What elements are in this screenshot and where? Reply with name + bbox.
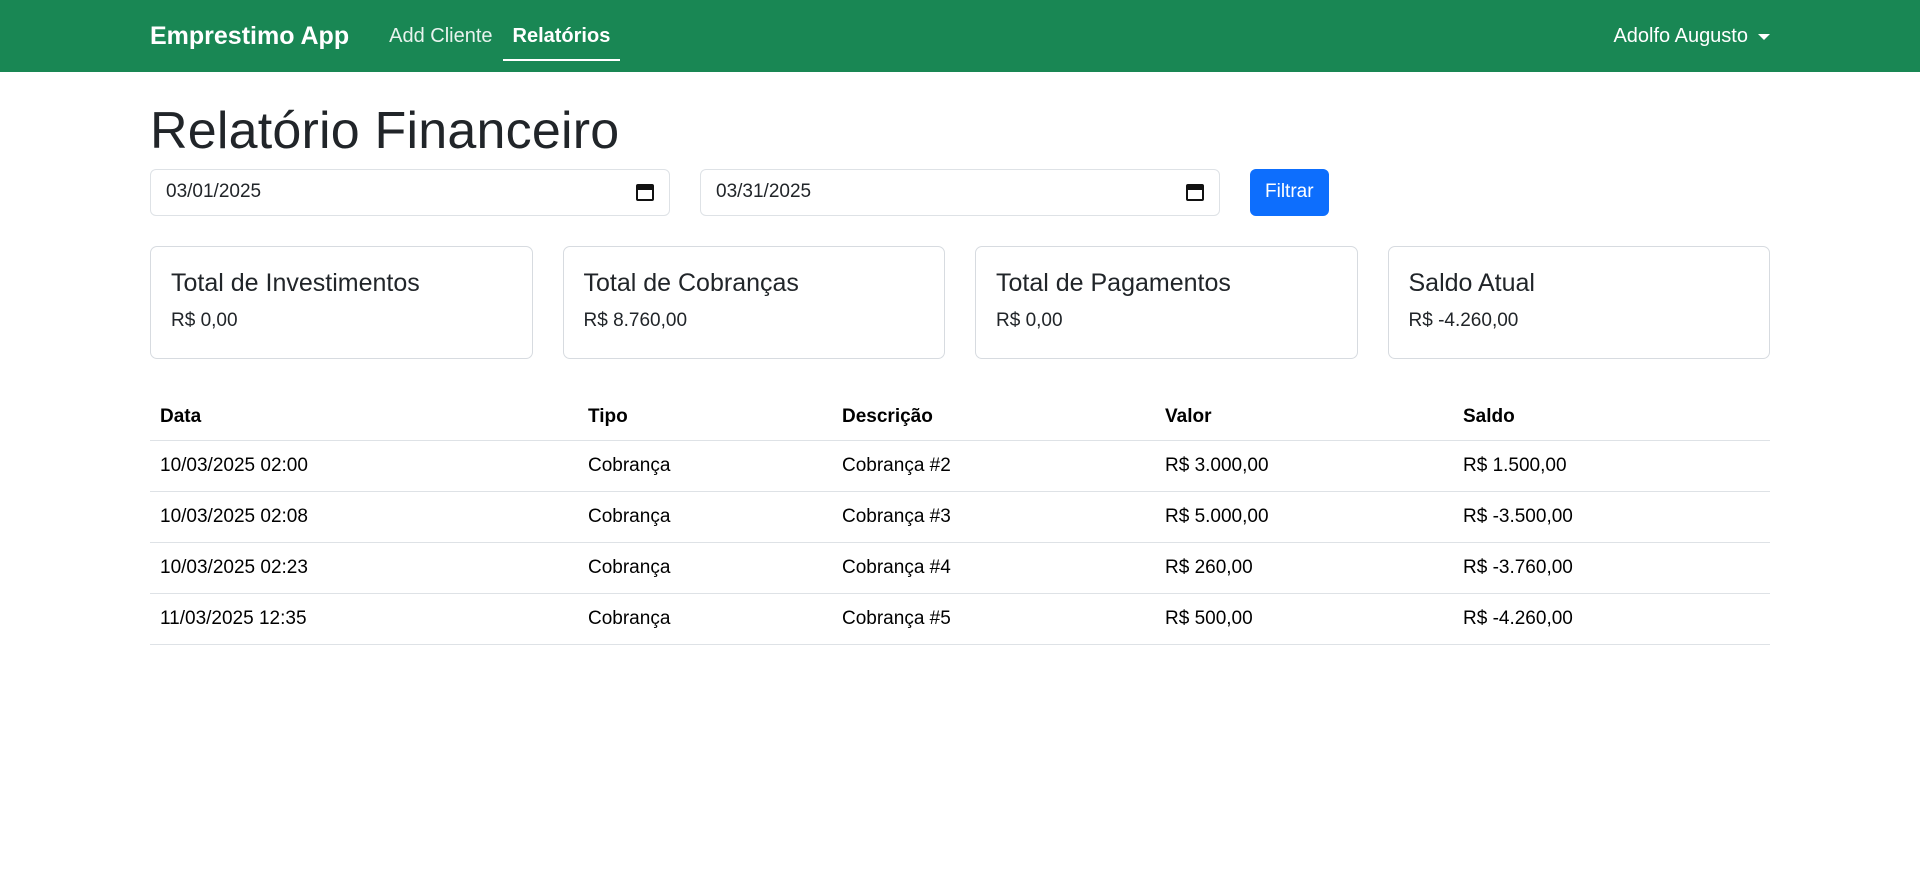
nav-link-relatorios[interactable]: Relatórios [502,0,621,72]
cell-descricao: Cobrança #3 [832,491,1155,543]
user-dropdown[interactable]: Adolfo Augusto [1613,0,1770,72]
card-value: R$ 8.760,00 [583,309,688,331]
table-row: 11/03/2025 12:35 Cobrança Cobrança #5 R$… [150,593,1770,645]
card-total-investimentos: Total de Investimentos R$ 0,00 [150,245,533,359]
cell-data: 11/03/2025 12:35 [150,593,578,645]
page-title: Relatório Financeiro [150,102,620,160]
end-date-input[interactable]: 03/31/2025 [700,168,1220,216]
cell-saldo: R$ -3.500,00 [1453,491,1770,543]
caret-down-icon [1758,34,1770,40]
user-name: Adolfo Augusto [1613,24,1748,47]
card-value: R$ 0,00 [996,309,1063,331]
cell-valor: R$ 5.000,00 [1155,491,1453,543]
table-row: 10/03/2025 02:23 Cobrança Cobrança #4 R$… [150,542,1770,594]
start-date-value: 03/01/2025 [166,181,262,203]
calendar-icon[interactable] [636,183,654,201]
cell-tipo: Cobrança [578,593,832,645]
card-saldo-atual: Saldo Atual R$ -4.260,00 [1387,245,1770,359]
brand-link[interactable]: Emprestimo App [150,22,349,51]
nav-link-add-cliente[interactable]: Add Cliente [379,0,502,72]
table-header-row: Data Tipo Descrição Valor Saldo [150,393,1770,441]
card-total-pagamentos: Total de Pagamentos R$ 0,00 [975,245,1358,359]
card-value: R$ 0,00 [171,309,238,331]
cell-tipo: Cobrança [578,440,832,492]
cell-saldo: R$ 1.500,00 [1453,440,1770,492]
cell-data: 10/03/2025 02:08 [150,491,578,543]
table-row: 10/03/2025 02:08 Cobrança Cobrança #3 R$… [150,491,1770,543]
card-title: Total de Pagamentos [996,268,1231,297]
cell-valor: R$ 3.000,00 [1155,440,1453,492]
cell-descricao: Cobrança #4 [832,542,1155,594]
cell-saldo: R$ -4.260,00 [1453,593,1770,645]
calendar-icon[interactable] [1186,183,1204,201]
transactions-table: Data Tipo Descrição Valor Saldo 10/03/20… [150,393,1770,645]
header-valor: Valor [1155,393,1453,441]
table-row: 10/03/2025 02:00 Cobrança Cobrança #2 R$… [150,440,1770,492]
cell-tipo: Cobrança [578,542,832,594]
start-date-input[interactable]: 03/01/2025 [150,168,670,216]
top-navbar: Emprestimo App Add Cliente Relatórios Ad… [0,0,1920,72]
cell-valor: R$ 500,00 [1155,593,1453,645]
header-saldo: Saldo [1453,393,1770,441]
cell-saldo: R$ -3.760,00 [1453,542,1770,594]
header-data: Data [150,393,578,441]
cell-descricao: Cobrança #5 [832,593,1155,645]
cell-tipo: Cobrança [578,491,832,543]
card-title: Total de Cobranças [583,268,799,297]
header-tipo: Tipo [578,393,832,441]
cell-descricao: Cobrança #2 [832,440,1155,492]
card-title: Saldo Atual [1408,268,1536,297]
filter-button[interactable]: Filtrar [1250,168,1329,216]
date-filter-bar: 03/01/2025 03/31/2025 Filtrar [150,168,1770,216]
end-date-value: 03/31/2025 [716,181,812,203]
card-value: R$ -4.260,00 [1408,309,1519,331]
header-descricao: Descrição [832,393,1155,441]
main-content: Relatório Financeiro 03/01/2025 03/31/20… [0,104,1920,645]
cell-data: 10/03/2025 02:00 [150,440,578,492]
nav-links: Add Cliente Relatórios [379,0,621,72]
summary-cards: Total de Investimentos R$ 0,00 Total de … [150,245,1770,359]
card-total-cobrancas: Total de Cobranças R$ 8.760,00 [562,245,945,359]
cell-valor: R$ 260,00 [1155,542,1453,594]
card-title: Total de Investimentos [171,268,420,297]
cell-data: 10/03/2025 02:23 [150,542,578,594]
